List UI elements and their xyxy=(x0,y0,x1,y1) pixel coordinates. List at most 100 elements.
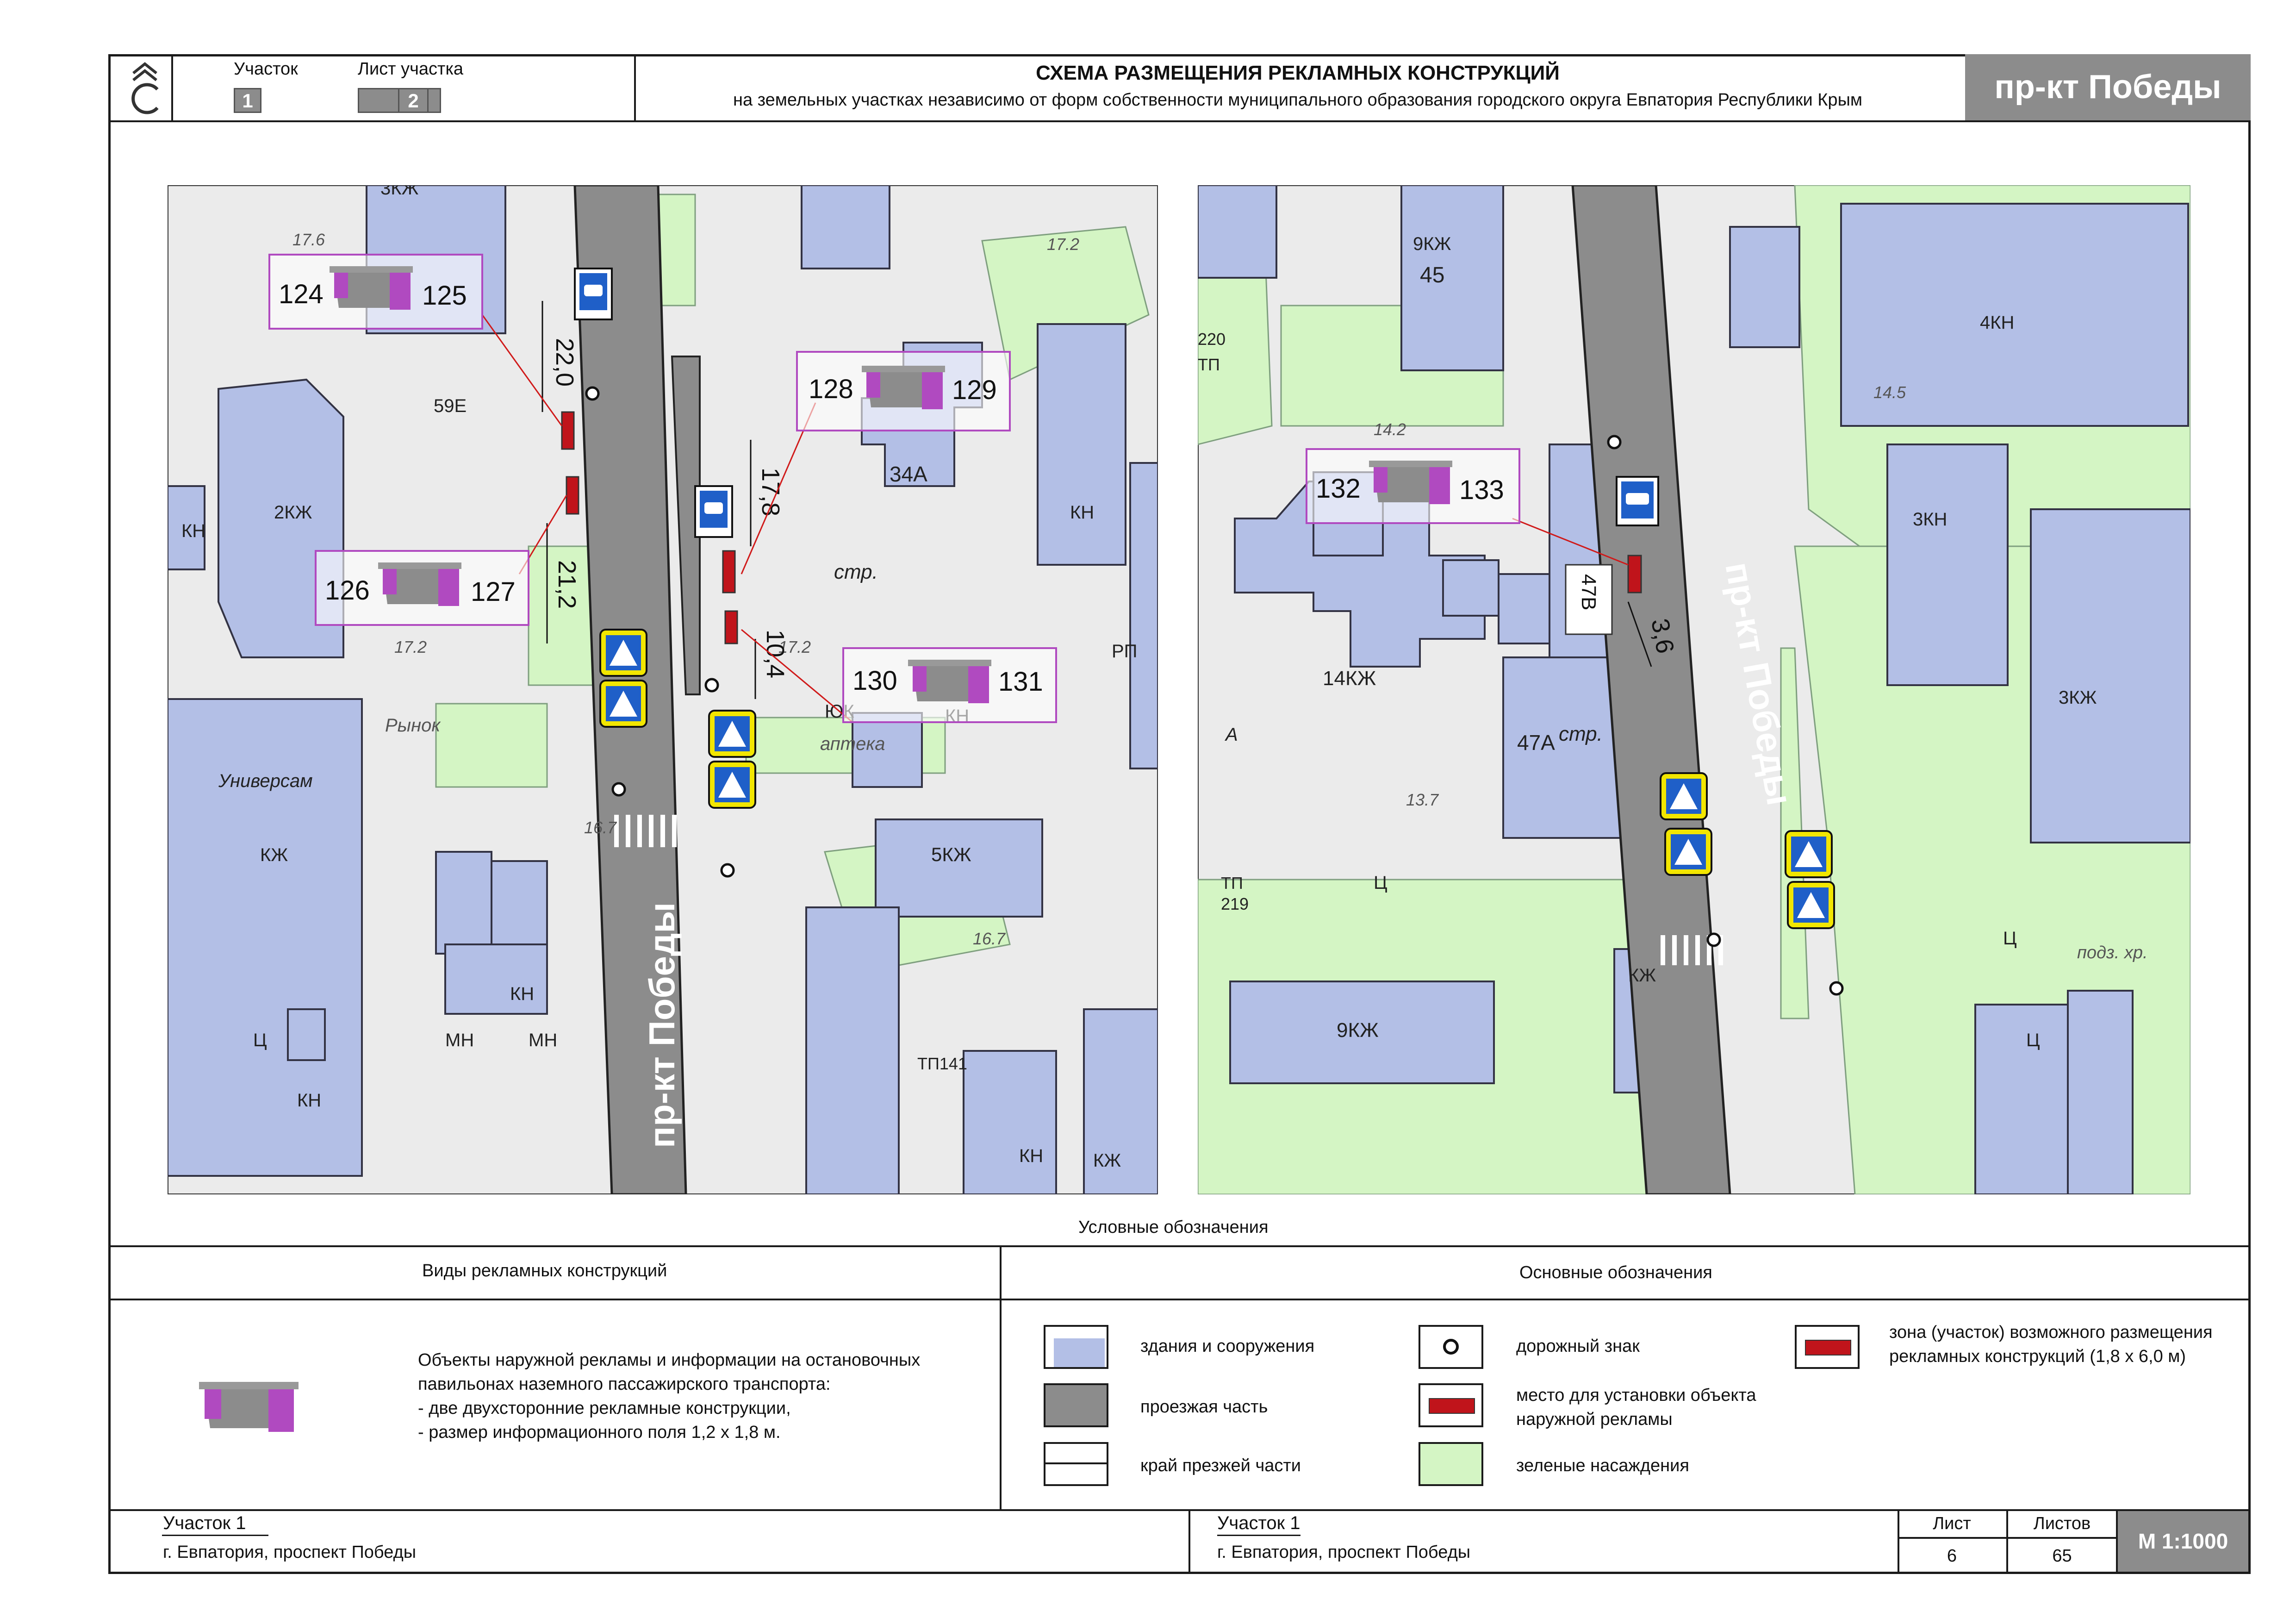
plot-number-badge: 1 xyxy=(234,88,261,113)
footer-address-left: г. Евпатория, проспект Победы xyxy=(163,1543,417,1562)
city-logo-icon xyxy=(131,62,159,114)
swatch-buildings xyxy=(1044,1325,1108,1369)
swatch-ad-place xyxy=(1419,1383,1483,1427)
label-market: Рынок xyxy=(385,715,441,736)
svg-text:ТП: ТП xyxy=(1221,874,1243,893)
label-pharmacy: аптека xyxy=(820,734,885,754)
svg-text:РП: РП xyxy=(1112,641,1137,662)
dim-3-6: 3,6 xyxy=(1646,617,1679,656)
footer-plot-left: Участок 1 xyxy=(163,1513,246,1533)
label-tp141: ТП141 xyxy=(917,1054,967,1073)
label-kh-bottom: КН xyxy=(1019,1146,1043,1166)
svg-text:126: 126 xyxy=(325,575,370,606)
label-str-right: стр. xyxy=(1559,723,1603,745)
label-34A: 34А xyxy=(890,462,927,486)
page-title: СХЕМА РАЗМЕЩЕНИЯ РЕКЛАМНЫХ КОНСТРУКЦИЙ xyxy=(1036,62,1560,84)
footer-sheet-line xyxy=(1898,1537,2116,1539)
footer-sheet-label: Лист xyxy=(1933,1514,1971,1533)
dim-10: 10,4 xyxy=(761,630,789,678)
legend-top-line xyxy=(108,1245,2251,1247)
label-59E: 59Е xyxy=(434,396,467,416)
svg-text:17.2: 17.2 xyxy=(394,637,427,656)
ad-place-line-2: наружной рекламы xyxy=(1516,1410,1673,1429)
svg-text:4КН: 4КН xyxy=(1980,312,2014,333)
svg-text:КН: КН xyxy=(1070,502,1094,523)
svg-text:3КЖ: 3КЖ xyxy=(2059,687,2097,708)
dim-22: 22,0 xyxy=(551,338,579,387)
label-kj-bottom: КЖ xyxy=(1093,1150,1121,1171)
legend-divider xyxy=(1000,1245,1002,1509)
swatch-green xyxy=(1419,1442,1483,1486)
legend-item-green: зеленые насаждения xyxy=(1516,1456,1689,1475)
sheet-number-badge: 2 xyxy=(358,88,441,113)
svg-text:14.2: 14.2 xyxy=(1374,420,1406,439)
svg-text:9КЖ: 9КЖ xyxy=(1413,234,1451,254)
map-right: пр-кт Победы 9КЖ 45 4КН 3КН 3КЖ 14КЖ 47А… xyxy=(1198,185,2190,1194)
sheet-number: 2 xyxy=(399,89,429,112)
svg-text:14.5: 14.5 xyxy=(1873,383,1906,402)
footer-sheets-label: Листов xyxy=(2033,1514,2091,1533)
dim-17: 17,8 xyxy=(757,468,784,516)
svg-text:3КЖ: 3КЖ xyxy=(380,185,419,199)
svg-text:3КН: 3КН xyxy=(1913,509,1947,530)
svg-text:219: 219 xyxy=(1221,894,1249,913)
header-divider xyxy=(108,120,2251,122)
footer-address-line-right xyxy=(1217,1535,1300,1536)
svg-text:124: 124 xyxy=(279,279,324,309)
swatch-road xyxy=(1044,1383,1108,1427)
svg-text:КН: КН xyxy=(297,1090,321,1111)
svg-text:МН: МН xyxy=(529,1030,557,1050)
footer-plot-right: Участок 1 xyxy=(1217,1513,1300,1533)
map-left-street-label: пр-кт Победы xyxy=(641,902,682,1148)
road-sign-marker-icon xyxy=(1443,1339,1459,1355)
footer-divider-mid xyxy=(1188,1509,1190,1574)
svg-text:16.7: 16.7 xyxy=(584,818,617,837)
svg-text:129: 129 xyxy=(952,375,997,405)
ad-place-line-1: место для установки объекта xyxy=(1516,1386,1756,1405)
plot-label: Участок xyxy=(234,59,298,79)
swatch-road-sign xyxy=(1419,1325,1483,1369)
legend-item-buildings: здания и сооружения xyxy=(1140,1337,1315,1356)
red-zones xyxy=(1627,555,1642,593)
footer-top-line xyxy=(108,1509,2251,1511)
label-47A: 47А xyxy=(1517,731,1555,755)
svg-text:125: 125 xyxy=(422,281,467,311)
svg-text:128: 128 xyxy=(809,374,853,404)
svg-text:А: А xyxy=(1225,725,1238,745)
label-5KJ: 5КЖ xyxy=(931,843,971,865)
legend-item-road: проезжая часть xyxy=(1140,1397,1268,1417)
scale-badge: М 1:1000 xyxy=(2118,1511,2248,1572)
pavilion-icon xyxy=(199,1382,299,1432)
svg-text:131: 131 xyxy=(998,667,1043,697)
legend-type-description: Объекты наружной рекламы и информации на… xyxy=(418,1348,920,1444)
label-KJ: КЖ xyxy=(260,845,288,865)
legend-item-ad-place: место для установки объекта наружной рек… xyxy=(1516,1383,1756,1431)
dim-21: 21,2 xyxy=(553,560,581,609)
svg-text:КЖ: КЖ xyxy=(1628,965,1656,986)
svg-text:130: 130 xyxy=(852,666,897,696)
svg-text:Ц: Ц xyxy=(1374,873,1388,893)
svg-text:17.6: 17.6 xyxy=(292,230,325,249)
footer-sheets-value: 65 xyxy=(2052,1546,2072,1566)
legend-caption: Условные обозначения xyxy=(1078,1218,1269,1237)
sheet-label: Лист участка xyxy=(358,59,464,79)
header-logo-divider xyxy=(171,54,173,120)
legend-header-line xyxy=(108,1299,2251,1300)
label-45: 45 xyxy=(1420,263,1444,287)
page-subtitle: на земельных участках независимо от форм… xyxy=(733,90,1862,110)
svg-text:КН: КН xyxy=(510,984,534,1004)
svg-text:17.2: 17.2 xyxy=(1047,235,1079,254)
svg-text:КН: КН xyxy=(181,521,205,541)
legend-item-road-edge: край презжей части xyxy=(1140,1456,1301,1475)
svg-text:ТП: ТП xyxy=(1198,355,1220,374)
label-9KJ: 9КЖ xyxy=(1337,1019,1379,1042)
legend-main-header: Основные обозначения xyxy=(1519,1263,1712,1282)
type-description-line-1: Объекты наружной рекламы и информации на… xyxy=(418,1350,921,1370)
label-mn: МН xyxy=(445,1030,474,1050)
label-universam: Универсам xyxy=(218,771,313,791)
type-description-line-3: - две двухсторонние рекламные конструкци… xyxy=(418,1399,791,1418)
bus-stop-sign-icon xyxy=(1616,476,1659,526)
place-labels: подз. хр. xyxy=(2077,943,2148,962)
footer-address-line-left xyxy=(162,1535,268,1536)
type-description-line-4: - размер информационного поля 1,2 х 1,8 … xyxy=(418,1423,781,1442)
